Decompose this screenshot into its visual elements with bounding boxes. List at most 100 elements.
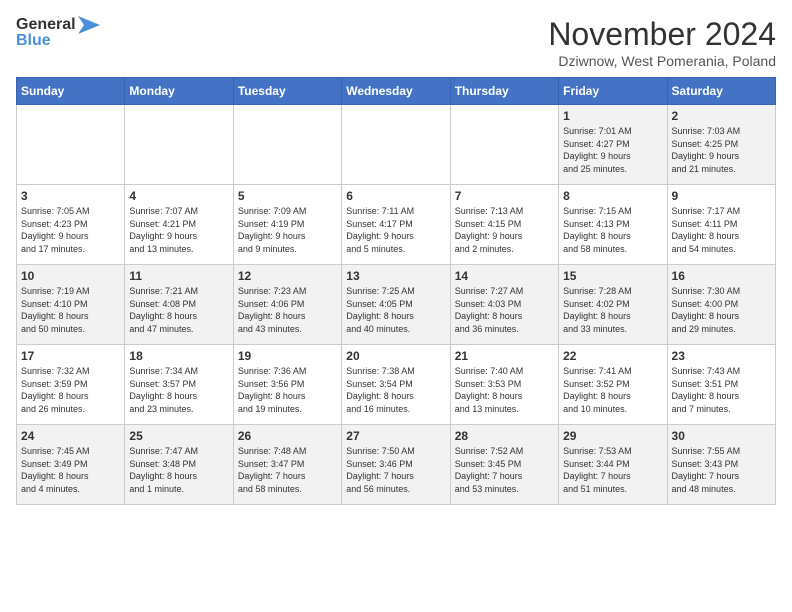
col-header-wednesday: Wednesday [342,78,450,105]
day-number: 7 [455,189,554,203]
col-header-thursday: Thursday [450,78,558,105]
week-row-1: 1 Sunrise: 7:01 AMSunset: 4:27 PMDaylight… [17,105,776,185]
day-cell: 2 Sunrise: 7:03 AMSunset: 4:25 PMDaylight… [667,105,775,185]
day-number: 16 [672,269,771,283]
day-cell: 19Sunrise: 7:36 AMSunset: 3:56 PMDayligh… [233,345,341,425]
day-number: 12 [238,269,337,283]
day-cell [125,105,233,185]
day-cell: 24 Sunrise: 7:45 AMSunset: 3:49 PMDayligh… [17,425,125,505]
day-info: Sunrise: 7:43 AMSunset: 3:51 PMDaylight:… [672,365,771,415]
day-number: 5 [238,189,337,203]
day-info: Sunrise: 7:23 AMSunset: 4:06 PMDaylight:… [238,285,337,335]
day-number: 2 [672,109,771,123]
day-cell [233,105,341,185]
day-number: 6 [346,189,445,203]
day-number: 1 [563,109,662,123]
day-info: Sunrise: 7:15 AMSunset: 4:13 PMDaylight:… [563,205,662,255]
day-cell: 17 Sunrise: 7:32 AMSunset: 3:59 PMDayligh… [17,345,125,425]
col-header-sunday: Sunday [17,78,125,105]
day-info: Sunrise: 7:47 AMSunset: 3:48 PMDaylight:… [129,445,228,495]
day-cell: 20 Sunrise: 7:38 AMSunset: 3:54 PMDayligh… [342,345,450,425]
day-info: Sunrise: 7:27 AMSunset: 4:03 PMDaylight:… [455,285,554,335]
col-header-tuesday: Tuesday [233,78,341,105]
day-cell: 1 Sunrise: 7:01 AMSunset: 4:27 PMDaylight… [559,105,667,185]
day-cell: 4 Sunrise: 7:07 AMSunset: 4:21 PMDaylight… [125,185,233,265]
day-cell: 23 Sunrise: 7:43 AMSunset: 3:51 PMDayligh… [667,345,775,425]
day-number: 8 [563,189,662,203]
col-header-saturday: Saturday [667,78,775,105]
day-number: 25 [129,429,228,443]
day-number: 27 [346,429,445,443]
day-cell: 11 Sunrise: 7:21 AMSunset: 4:08 PMDayligh… [125,265,233,345]
day-number: 23 [672,349,771,363]
day-number: 17 [21,349,120,363]
day-info: Sunrise: 7:05 AMSunset: 4:23 PMDaylight:… [21,205,120,255]
day-number: 29 [563,429,662,443]
day-cell: 6 Sunrise: 7:11 AMSunset: 4:17 PMDaylight… [342,185,450,265]
day-info: Sunrise: 7:50 AMSunset: 3:46 PMDaylight:… [346,445,445,495]
day-info: Sunrise: 7:30 AMSunset: 4:00 PMDaylight:… [672,285,771,335]
day-number: 30 [672,429,771,443]
day-info: Sunrise: 7:19 AMSunset: 4:10 PMDaylight:… [21,285,120,335]
day-number: 26 [238,429,337,443]
col-header-monday: Monday [125,78,233,105]
day-info: Sunrise: 7:52 AMSunset: 3:45 PMDaylight:… [455,445,554,495]
day-info: Sunrise: 7:01 AMSunset: 4:27 PMDaylight:… [563,125,662,175]
day-cell: 30 Sunrise: 7:55 AMSunset: 3:43 PMDayligh… [667,425,775,505]
day-cell: 28Sunrise: 7:52 AMSunset: 3:45 PMDayligh… [450,425,558,505]
day-info: Sunrise: 7:03 AMSunset: 4:25 PMDaylight:… [672,125,771,175]
day-cell: 21 Sunrise: 7:40 AMSunset: 3:53 PMDayligh… [450,345,558,425]
day-info: Sunrise: 7:40 AMSunset: 3:53 PMDaylight:… [455,365,554,415]
day-info: Sunrise: 7:38 AMSunset: 3:54 PMDaylight:… [346,365,445,415]
calendar-table: SundayMondayTuesdayWednesdayThursdayFrid… [16,77,776,505]
day-number: 20 [346,349,445,363]
day-info: Sunrise: 7:17 AMSunset: 4:11 PMDaylight:… [672,205,771,255]
week-row-2: 3 Sunrise: 7:05 AMSunset: 4:23 PMDaylight… [17,185,776,265]
day-cell: 27 Sunrise: 7:50 AMSunset: 3:46 PMDayligh… [342,425,450,505]
day-cell: 9 Sunrise: 7:17 AMSunset: 4:11 PMDaylight… [667,185,775,265]
day-cell: 15Sunrise: 7:28 AMSunset: 4:02 PMDayligh… [559,265,667,345]
day-info: Sunrise: 7:55 AMSunset: 3:43 PMDaylight:… [672,445,771,495]
day-cell: 25 Sunrise: 7:47 AMSunset: 3:48 PMDayligh… [125,425,233,505]
day-info: Sunrise: 7:34 AMSunset: 3:57 PMDaylight:… [129,365,228,415]
day-number: 22 [563,349,662,363]
day-cell [17,105,125,185]
day-info: Sunrise: 7:21 AMSunset: 4:08 PMDaylight:… [129,285,228,335]
day-number: 18 [129,349,228,363]
day-cell: 7 Sunrise: 7:13 AMSunset: 4:15 PMDaylight… [450,185,558,265]
day-info: Sunrise: 7:45 AMSunset: 3:49 PMDaylight:… [21,445,120,495]
day-cell: 12 Sunrise: 7:23 AMSunset: 4:06 PMDayligh… [233,265,341,345]
day-number: 14 [455,269,554,283]
day-cell: 8 Sunrise: 7:15 AMSunset: 4:13 PMDaylight… [559,185,667,265]
logo: General Blue [16,16,100,50]
location-subtitle: Dziwnow, West Pomerania, Poland [548,53,776,69]
day-cell: 13Sunrise: 7:25 AMSunset: 4:05 PMDayligh… [342,265,450,345]
col-header-friday: Friday [559,78,667,105]
day-cell: 29 Sunrise: 7:53 AMSunset: 3:44 PMDayligh… [559,425,667,505]
day-number: 21 [455,349,554,363]
day-info: Sunrise: 7:13 AMSunset: 4:15 PMDaylight:… [455,205,554,255]
day-info: Sunrise: 7:48 AMSunset: 3:47 PMDaylight:… [238,445,337,495]
day-cell: 14 Sunrise: 7:27 AMSunset: 4:03 PMDayligh… [450,265,558,345]
title-block: November 2024 Dziwnow, West Pomerania, P… [548,16,776,69]
week-row-5: 24 Sunrise: 7:45 AMSunset: 3:49 PMDayligh… [17,425,776,505]
day-info: Sunrise: 7:32 AMSunset: 3:59 PMDaylight:… [21,365,120,415]
day-info: Sunrise: 7:11 AMSunset: 4:17 PMDaylight:… [346,205,445,255]
day-info: Sunrise: 7:53 AMSunset: 3:44 PMDaylight:… [563,445,662,495]
day-cell: 22 Sunrise: 7:41 AMSunset: 3:52 PMDayligh… [559,345,667,425]
day-number: 9 [672,189,771,203]
logo-arrow-icon [78,16,100,34]
day-number: 24 [21,429,120,443]
month-title: November 2024 [548,16,776,53]
day-number: 3 [21,189,120,203]
day-cell: 5Sunrise: 7:09 AMSunset: 4:19 PMDaylight… [233,185,341,265]
day-cell: 16 Sunrise: 7:30 AMSunset: 4:00 PMDayligh… [667,265,775,345]
day-number: 4 [129,189,228,203]
day-number: 10 [21,269,120,283]
day-number: 13 [346,269,445,283]
day-number: 11 [129,269,228,283]
day-cell [450,105,558,185]
day-cell: 10 Sunrise: 7:19 AMSunset: 4:10 PMDayligh… [17,265,125,345]
day-info: Sunrise: 7:41 AMSunset: 3:52 PMDaylight:… [563,365,662,415]
day-info: Sunrise: 7:07 AMSunset: 4:21 PMDaylight:… [129,205,228,255]
